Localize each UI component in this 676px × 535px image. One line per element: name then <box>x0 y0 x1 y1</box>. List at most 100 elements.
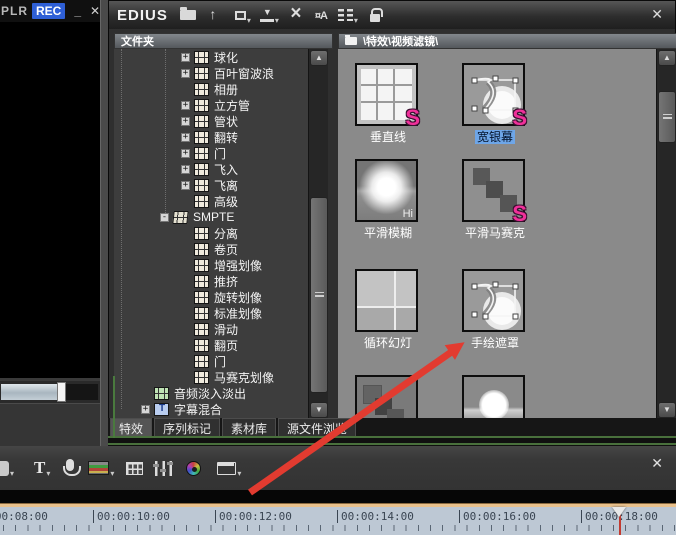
tree-item[interactable]: 音频淡入淡出 <box>114 385 308 401</box>
tree-item[interactable]: 翻页 <box>114 337 308 353</box>
lock-icon[interactable] <box>367 5 383 25</box>
tab-effects[interactable]: 特效 <box>110 418 152 436</box>
tree-scrollbar[interactable]: ▲ ▼ <box>308 49 328 419</box>
dropdown-caret-icon[interactable]: ▾ <box>275 16 279 25</box>
scroll-down-button[interactable]: ▼ <box>658 402 676 418</box>
slider-handle[interactable] <box>57 382 66 402</box>
scroll-thumb[interactable] <box>658 91 676 143</box>
folder-open-folder-icon <box>172 211 188 224</box>
audio-mixer-icon[interactable] <box>155 456 172 480</box>
tab-other[interactable]: 素材库 <box>222 418 276 436</box>
timeline-close-button[interactable]: ✕ <box>651 455 663 472</box>
pan-grid-icon[interactable] <box>126 456 143 480</box>
palette-close-button[interactable]: ✕ <box>651 6 663 23</box>
tree-item[interactable]: +立方管 <box>114 97 308 113</box>
layout-panel-icon[interactable]: ▾ <box>217 456 241 480</box>
tree-item[interactable]: 高级 <box>114 193 308 209</box>
voiceover-icon[interactable] <box>66 456 74 480</box>
tree-item[interactable]: +球化 <box>114 49 308 65</box>
rec-tab[interactable]: REC <box>32 3 65 19</box>
tree-item[interactable]: 相册 <box>114 81 308 97</box>
tree-item-label: SMPTE <box>193 210 234 224</box>
effect-thumbnail[interactable] <box>355 269 418 332</box>
bezier-thumb-art <box>472 312 477 317</box>
expand-box-icon[interactable]: + <box>181 117 190 126</box>
tree-item[interactable]: +字幕混合 <box>114 401 308 417</box>
player-close-button[interactable]: ✕ <box>90 4 100 18</box>
expand-box-icon[interactable]: + <box>141 405 150 414</box>
folders-header-label: 文件夹 <box>121 33 154 49</box>
move-up-icon[interactable] <box>205 5 221 25</box>
tree-item[interactable]: +飞离 <box>114 177 308 193</box>
expand-box-icon[interactable]: + <box>181 149 190 158</box>
effect-label: 垂直线 <box>338 128 438 145</box>
add-to-bin-icon[interactable]: ▾ <box>260 5 279 25</box>
effects-path-bar: \特效\视频滤镜\ <box>338 33 676 49</box>
effect-item[interactable]: 循环幻灯 <box>338 269 438 351</box>
effects-scrollbar[interactable]: ▲ ▼ <box>656 49 676 419</box>
bezier-thumb-art <box>513 78 518 83</box>
duplicate-icon[interactable]: ▾ <box>230 5 251 25</box>
effect-thumbnail[interactable]: S <box>462 159 525 222</box>
properties-icon[interactable] <box>313 5 329 25</box>
dropdown-caret-icon[interactable]: ▾ <box>110 469 114 478</box>
expand-box-icon[interactable]: + <box>181 165 190 174</box>
effect-thumbnail[interactable]: Hi <box>355 159 418 222</box>
effect-item[interactable]: S平滑马赛克 <box>445 159 545 241</box>
dropdown-caret-icon[interactable]: ▾ <box>46 469 50 478</box>
tree-item[interactable]: 卷页 <box>114 241 308 257</box>
tree-item[interactable]: +飞入 <box>114 161 308 177</box>
expand-box-icon[interactable]: + <box>181 101 190 110</box>
tree-item[interactable]: 马赛克划像 <box>114 369 308 385</box>
tree-item[interactable]: 增强划像 <box>114 257 308 273</box>
expand-box-icon[interactable]: + <box>181 181 190 190</box>
view-mode-icon[interactable]: ▾ <box>338 5 358 25</box>
dropdown-caret-icon[interactable]: ▾ <box>10 469 14 478</box>
effect-item[interactable]: Hi平滑模糊 <box>338 159 438 241</box>
expand-box-icon[interactable]: + <box>181 69 190 78</box>
effect-thumbnail[interactable] <box>462 269 525 332</box>
delete-icon[interactable] <box>288 5 304 25</box>
tab-other[interactable]: 序列标记 <box>154 418 220 436</box>
dropdown-caret-icon[interactable]: ▾ <box>247 16 251 25</box>
tree-item[interactable]: 门 <box>114 353 308 369</box>
playhead-handle[interactable] <box>612 507 626 517</box>
scroll-up-button[interactable]: ▲ <box>310 50 328 66</box>
tree-item[interactable]: 分离 <box>114 225 308 241</box>
tree-item-label: 百叶窗波浪 <box>214 65 274 82</box>
effect-thumbnail[interactable]: S <box>355 63 418 126</box>
expand-box-icon[interactable]: + <box>181 53 190 62</box>
tree-item[interactable]: +管状 <box>114 113 308 129</box>
ruler-ticks <box>3 525 676 531</box>
track-tool-icon[interactable]: ▾ <box>0 456 14 480</box>
player-minimize-button[interactable]: _ <box>74 4 81 18</box>
timeline-ruler[interactable]: 00:00:08:0000:00:10:0000:00:12:0000:00:1… <box>0 507 676 535</box>
tree-item[interactable]: 滑动 <box>114 321 308 337</box>
tree-item[interactable]: - SMPTE <box>114 209 308 225</box>
color-correction-icon[interactable] <box>186 456 201 480</box>
tree-item-label: 相册 <box>214 81 238 98</box>
tree-item[interactable]: 推挤 <box>114 273 308 289</box>
tree-item[interactable]: 旋转划像 <box>114 289 308 305</box>
collapse-box-icon[interactable]: - <box>160 213 169 222</box>
scroll-up-button[interactable]: ▲ <box>658 50 676 66</box>
tree-item[interactable]: + 百叶窗波浪 <box>114 65 308 81</box>
title-tool-icon[interactable]: ▾ <box>34 456 50 480</box>
expand-box-icon[interactable]: + <box>181 133 190 142</box>
tree-item[interactable]: +门 <box>114 145 308 161</box>
clip-tool-icon[interactable]: ▾ <box>88 456 114 480</box>
scroll-down-button[interactable]: ▼ <box>310 402 328 418</box>
effect-thumbnail[interactable]: S <box>462 63 525 126</box>
dropdown-caret-icon[interactable]: ▾ <box>237 469 241 478</box>
player-shuttle-slider[interactable] <box>0 381 100 403</box>
effect-thumbnail[interactable] <box>462 375 525 419</box>
effect-item[interactable] <box>445 375 545 419</box>
player-bottom-area <box>0 403 100 446</box>
scroll-thumb[interactable] <box>310 197 328 393</box>
open-folder-icon[interactable] <box>180 5 196 25</box>
effect-item[interactable]: S宽银幕 <box>445 63 545 145</box>
effect-item[interactable]: S 垂直线 <box>338 63 438 145</box>
tree-item[interactable]: 标准划像 <box>114 305 308 321</box>
dropdown-caret-icon[interactable]: ▾ <box>354 16 358 25</box>
tree-item[interactable]: +翻转 <box>114 129 308 145</box>
